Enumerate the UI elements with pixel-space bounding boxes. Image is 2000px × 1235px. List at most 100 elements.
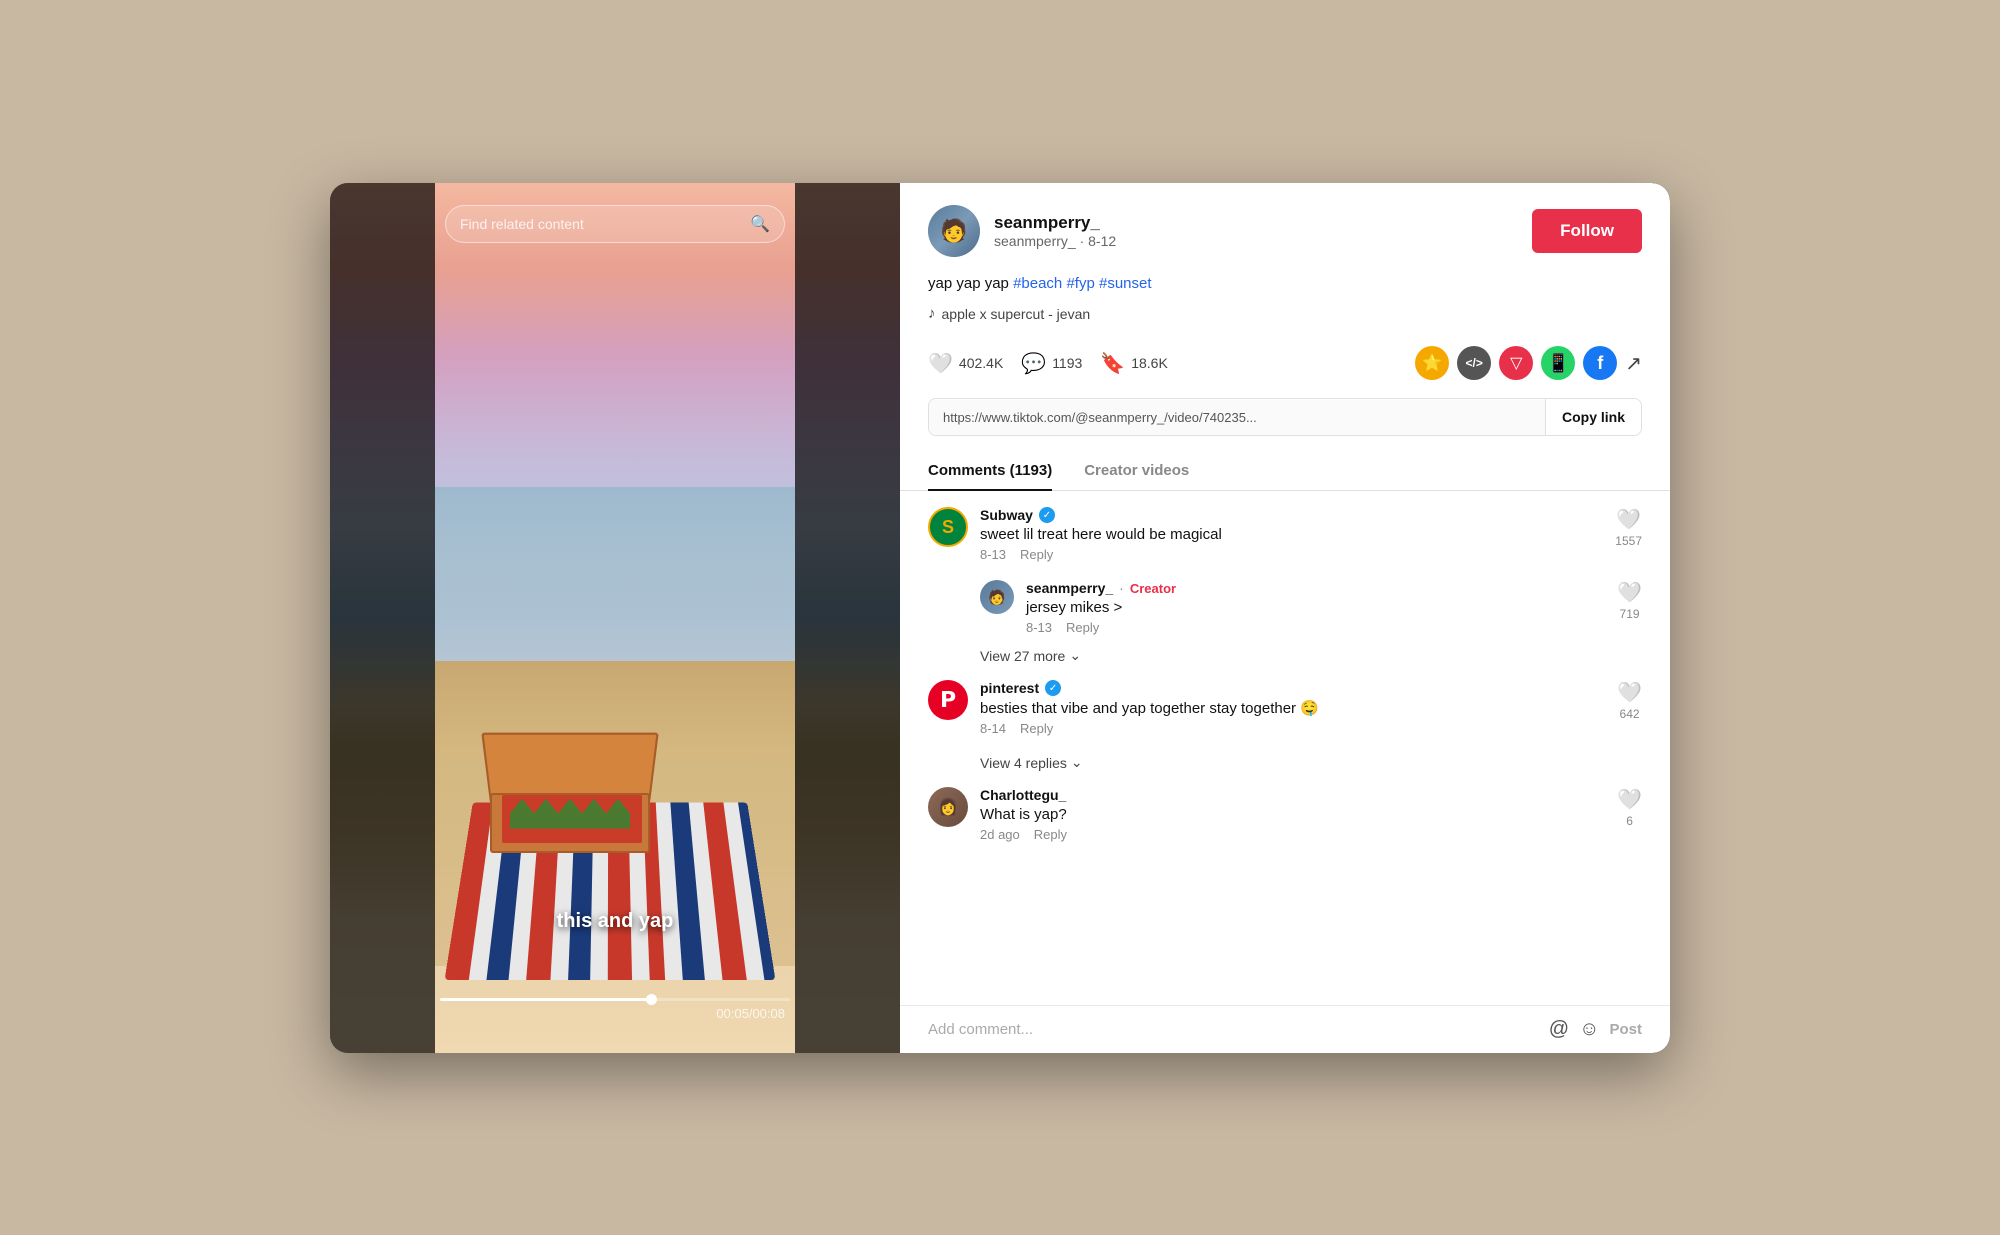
comment-text-pinterest: besties that vibe and yap together stay … bbox=[980, 699, 1605, 717]
reply-button-charlotte[interactable]: Reply bbox=[1034, 827, 1067, 842]
heart-icon-pinterest: 🤍 bbox=[1617, 680, 1642, 705]
video-description: yap yap yap #beach #fyp #sunset bbox=[900, 273, 1670, 306]
reply-heart-sean[interactable]: 🤍 719 bbox=[1617, 580, 1642, 635]
comment-user-row-charlotte: Charlottegu_ bbox=[980, 787, 1605, 803]
comment-date-charlotte: 2d ago bbox=[980, 827, 1020, 842]
progress-fill bbox=[440, 998, 657, 1001]
post-button[interactable]: Post bbox=[1609, 1021, 1642, 1038]
comment-user-row-pinterest: pinterest ✓ bbox=[980, 680, 1605, 696]
emoji-picker-icon[interactable]: ☺ bbox=[1579, 1018, 1599, 1041]
reply-seanmperry-body: seanmperry_ · Creator jersey mikes > 8-1… bbox=[1026, 580, 1605, 635]
avatar-image: 🧑 bbox=[928, 205, 980, 257]
comment-count: 1193 bbox=[1052, 355, 1082, 371]
comment-pinterest: 𝗣 pinterest ✓ besties that vibe and yap … bbox=[928, 680, 1642, 736]
comment-charlottegu: 👩 Charlottegu_ What is yap? 2d ago Reply… bbox=[928, 787, 1642, 842]
sean-reply-avatar: 🧑 bbox=[980, 580, 1014, 614]
reply-date-sean: 8-13 bbox=[1026, 620, 1052, 635]
user-date: seanmperry_ · 8-12 bbox=[994, 233, 1518, 249]
follow-button[interactable]: Follow bbox=[1532, 209, 1642, 253]
reply-button-sean[interactable]: Reply bbox=[1066, 620, 1099, 635]
comment-heart-subway[interactable]: 🤍 1557 bbox=[1615, 507, 1642, 562]
comment-subway-body: Subway ✓ sweet lil treat here would be m… bbox=[980, 507, 1603, 562]
copy-link-button[interactable]: Copy link bbox=[1545, 399, 1641, 435]
avatar: 🧑 bbox=[928, 205, 980, 257]
bookmark-icon: 🔖 bbox=[1100, 351, 1125, 376]
facebook-share-icon[interactable]: f bbox=[1583, 346, 1617, 380]
comment-input-row: @ ☺ Post bbox=[900, 1005, 1670, 1053]
comment-heart-pinterest[interactable]: 🤍 642 bbox=[1617, 680, 1642, 736]
comment-date-subway: 8-13 bbox=[980, 547, 1006, 562]
view-more-subway-label: View 27 more bbox=[980, 648, 1065, 664]
search-bar[interactable]: 🔍 bbox=[445, 205, 785, 243]
hashtag-sunset[interactable]: #sunset bbox=[1099, 275, 1152, 292]
search-input[interactable] bbox=[460, 216, 742, 232]
whatsapp-share-icon[interactable]: 📱 bbox=[1541, 346, 1575, 380]
comment-input[interactable] bbox=[928, 1021, 1539, 1038]
comment-meta-subway: 8-13 Reply bbox=[980, 547, 1603, 562]
charlotte-avatar: 👩 bbox=[928, 787, 968, 827]
embed-share-icon[interactable]: </> bbox=[1457, 346, 1491, 380]
reply-user-row: seanmperry_ · Creator bbox=[1026, 580, 1605, 596]
progress-dot bbox=[646, 994, 657, 1005]
comment-action[interactable]: 💬 1193 bbox=[1021, 351, 1082, 376]
view-more-subway[interactable]: View 27 more ⌄ bbox=[980, 647, 1642, 664]
red-share-icon[interactable]: ▽ bbox=[1499, 346, 1533, 380]
heart-icon-sean: 🤍 bbox=[1617, 580, 1642, 605]
reply-username-sean: seanmperry_ bbox=[1026, 580, 1113, 596]
subway-avatar: S bbox=[928, 507, 968, 547]
link-row: https://www.tiktok.com/@seanmperry_/vide… bbox=[928, 398, 1642, 436]
comment-icon: 💬 bbox=[1021, 351, 1046, 376]
music-note-icon: ♪ bbox=[928, 305, 936, 322]
like-count-subway: 1557 bbox=[1615, 534, 1642, 548]
forward-icon[interactable]: ↗ bbox=[1625, 351, 1642, 376]
like-count-charlotte: 6 bbox=[1626, 814, 1633, 828]
comment-username-pinterest: pinterest bbox=[980, 680, 1039, 696]
right-panel: 🧑 seanmperry_ seanmperry_ · 8-12 Follow … bbox=[900, 183, 1670, 1053]
comment-subway: S Subway ✓ sweet lil treat here would be… bbox=[928, 507, 1642, 562]
comment-heart-charlotte[interactable]: 🤍 6 bbox=[1617, 787, 1642, 842]
bookmark-action[interactable]: 🔖 18.6K bbox=[1100, 351, 1168, 376]
actions-row: 🤍 402.4K 💬 1193 🔖 18.6K ⭐ </> ▽ 📱 f ↗ bbox=[900, 336, 1670, 394]
comment-meta-pinterest: 8-14 Reply bbox=[980, 721, 1605, 736]
like-count-pinterest: 642 bbox=[1620, 707, 1640, 721]
reply-button-subway[interactable]: Reply bbox=[1020, 547, 1053, 562]
heart-icon-charlotte: 🤍 bbox=[1617, 787, 1642, 812]
like-count-sean: 719 bbox=[1620, 607, 1640, 621]
tab-comments[interactable]: Comments (1193) bbox=[928, 452, 1052, 491]
search-icon[interactable]: 🔍 bbox=[750, 214, 770, 234]
pinterest-avatar: 𝗣 bbox=[928, 680, 968, 720]
reply-seanmperry: 🧑 seanmperry_ · Creator jersey mikes > 8… bbox=[980, 580, 1642, 635]
video-header: 🧑 seanmperry_ seanmperry_ · 8-12 Follow bbox=[900, 183, 1670, 273]
tab-creator-videos[interactable]: Creator videos bbox=[1084, 452, 1189, 491]
coins-share-icon[interactable]: ⭐ bbox=[1415, 346, 1449, 380]
video-time: 00:05/00:08 bbox=[716, 1006, 785, 1021]
comment-pinterest-body: pinterest ✓ besties that vibe and yap to… bbox=[980, 680, 1605, 736]
hashtag-fyp[interactable]: #fyp bbox=[1066, 275, 1094, 292]
video-progress-bar[interactable] bbox=[440, 998, 790, 1001]
video-caption: this and yap bbox=[557, 910, 674, 933]
heart-icon-subway: 🤍 bbox=[1616, 507, 1641, 532]
video-content: 🔍 this and yap 00:05/00:08 bbox=[330, 183, 900, 1053]
chevron-down-icon-subway: ⌄ bbox=[1069, 647, 1081, 664]
hashtag-beach[interactable]: #beach bbox=[1013, 275, 1062, 292]
view-more-pinterest[interactable]: View 4 replies ⌄ bbox=[980, 754, 1642, 771]
comment-user-row: Subway ✓ bbox=[980, 507, 1603, 523]
video-link: https://www.tiktok.com/@seanmperry_/vide… bbox=[929, 400, 1545, 435]
comment-charlottegu-body: Charlottegu_ What is yap? 2d ago Reply bbox=[980, 787, 1605, 842]
bookmark-count: 18.6K bbox=[1131, 355, 1168, 371]
view-more-pinterest-label: View 4 replies bbox=[980, 755, 1067, 771]
verified-badge-subway: ✓ bbox=[1039, 507, 1055, 523]
comment-text-subway: sweet lil treat here would be magical bbox=[980, 526, 1603, 543]
reply-button-pinterest[interactable]: Reply bbox=[1020, 721, 1053, 736]
at-mention-icon[interactable]: @ bbox=[1549, 1018, 1569, 1041]
reply-meta-sean: 8-13 Reply bbox=[1026, 620, 1605, 635]
music-info: ♪ apple x supercut - jevan bbox=[900, 305, 1670, 336]
username: seanmperry_ bbox=[994, 213, 1518, 233]
user-info: seanmperry_ seanmperry_ · 8-12 bbox=[994, 213, 1518, 249]
verified-badge-pinterest: ✓ bbox=[1045, 680, 1061, 696]
like-count: 402.4K bbox=[959, 355, 1003, 371]
comments-area: S Subway ✓ sweet lil treat here would be… bbox=[900, 491, 1670, 1005]
comment-date-pinterest: 8-14 bbox=[980, 721, 1006, 736]
heart-icon: 🤍 bbox=[928, 351, 953, 376]
like-action[interactable]: 🤍 402.4K bbox=[928, 351, 1003, 376]
